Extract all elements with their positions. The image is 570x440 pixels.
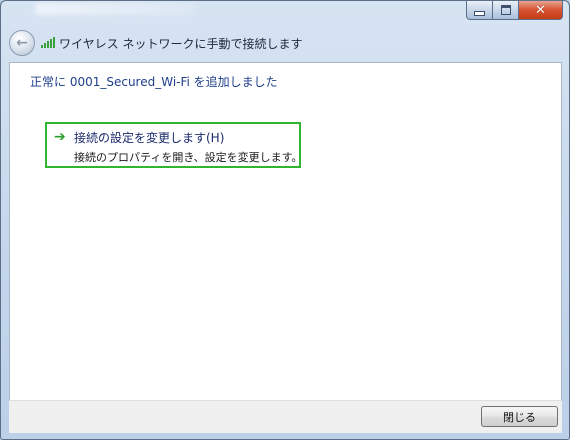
close-icon: ✕ — [535, 2, 546, 18]
maximize-icon — [500, 5, 511, 15]
back-button[interactable]: ← — [9, 30, 35, 56]
navigation-bar: ← ワイヤレス ネットワークに手動で接続します — [1, 27, 569, 59]
minimize-button[interactable] — [466, 1, 493, 20]
wizard-title: ワイヤレス ネットワークに手動で接続します — [59, 37, 303, 51]
blurred-title-background — [35, 3, 195, 15]
dialog-window: ✕ ← ワイヤレス ネットワークに手動で接続します 正常に 0001_Secur… — [0, 0, 570, 440]
back-arrow-icon: ← — [16, 35, 28, 51]
command-link-description: 接続のプロパティを開き、設定を変更します。 — [74, 151, 303, 164]
success-heading: 正常に 0001_Secured_Wi-Fi を追加しました — [30, 75, 278, 89]
title-bar[interactable]: ✕ — [1, 1, 569, 23]
wifi-signal-icon — [41, 36, 55, 48]
content-panel: 正常に 0001_Secured_Wi-Fi を追加しました ➔ 接続の設定を変… — [9, 62, 562, 401]
minimize-icon — [474, 10, 485, 16]
close-window-button[interactable]: ✕ — [519, 1, 563, 20]
command-link-title: 接続の設定を変更します(H) — [74, 131, 225, 145]
close-button[interactable]: 閉じる — [481, 406, 558, 427]
maximize-button[interactable] — [493, 1, 519, 20]
caption-buttons: ✕ — [466, 1, 563, 20]
green-arrow-icon: ➔ — [54, 129, 66, 145]
dialog-footer: 閉じる — [9, 400, 562, 433]
change-connection-settings-link[interactable]: ➔ 接続の設定を変更します(H) 接続のプロパティを開き、設定を変更します。 — [45, 122, 303, 168]
